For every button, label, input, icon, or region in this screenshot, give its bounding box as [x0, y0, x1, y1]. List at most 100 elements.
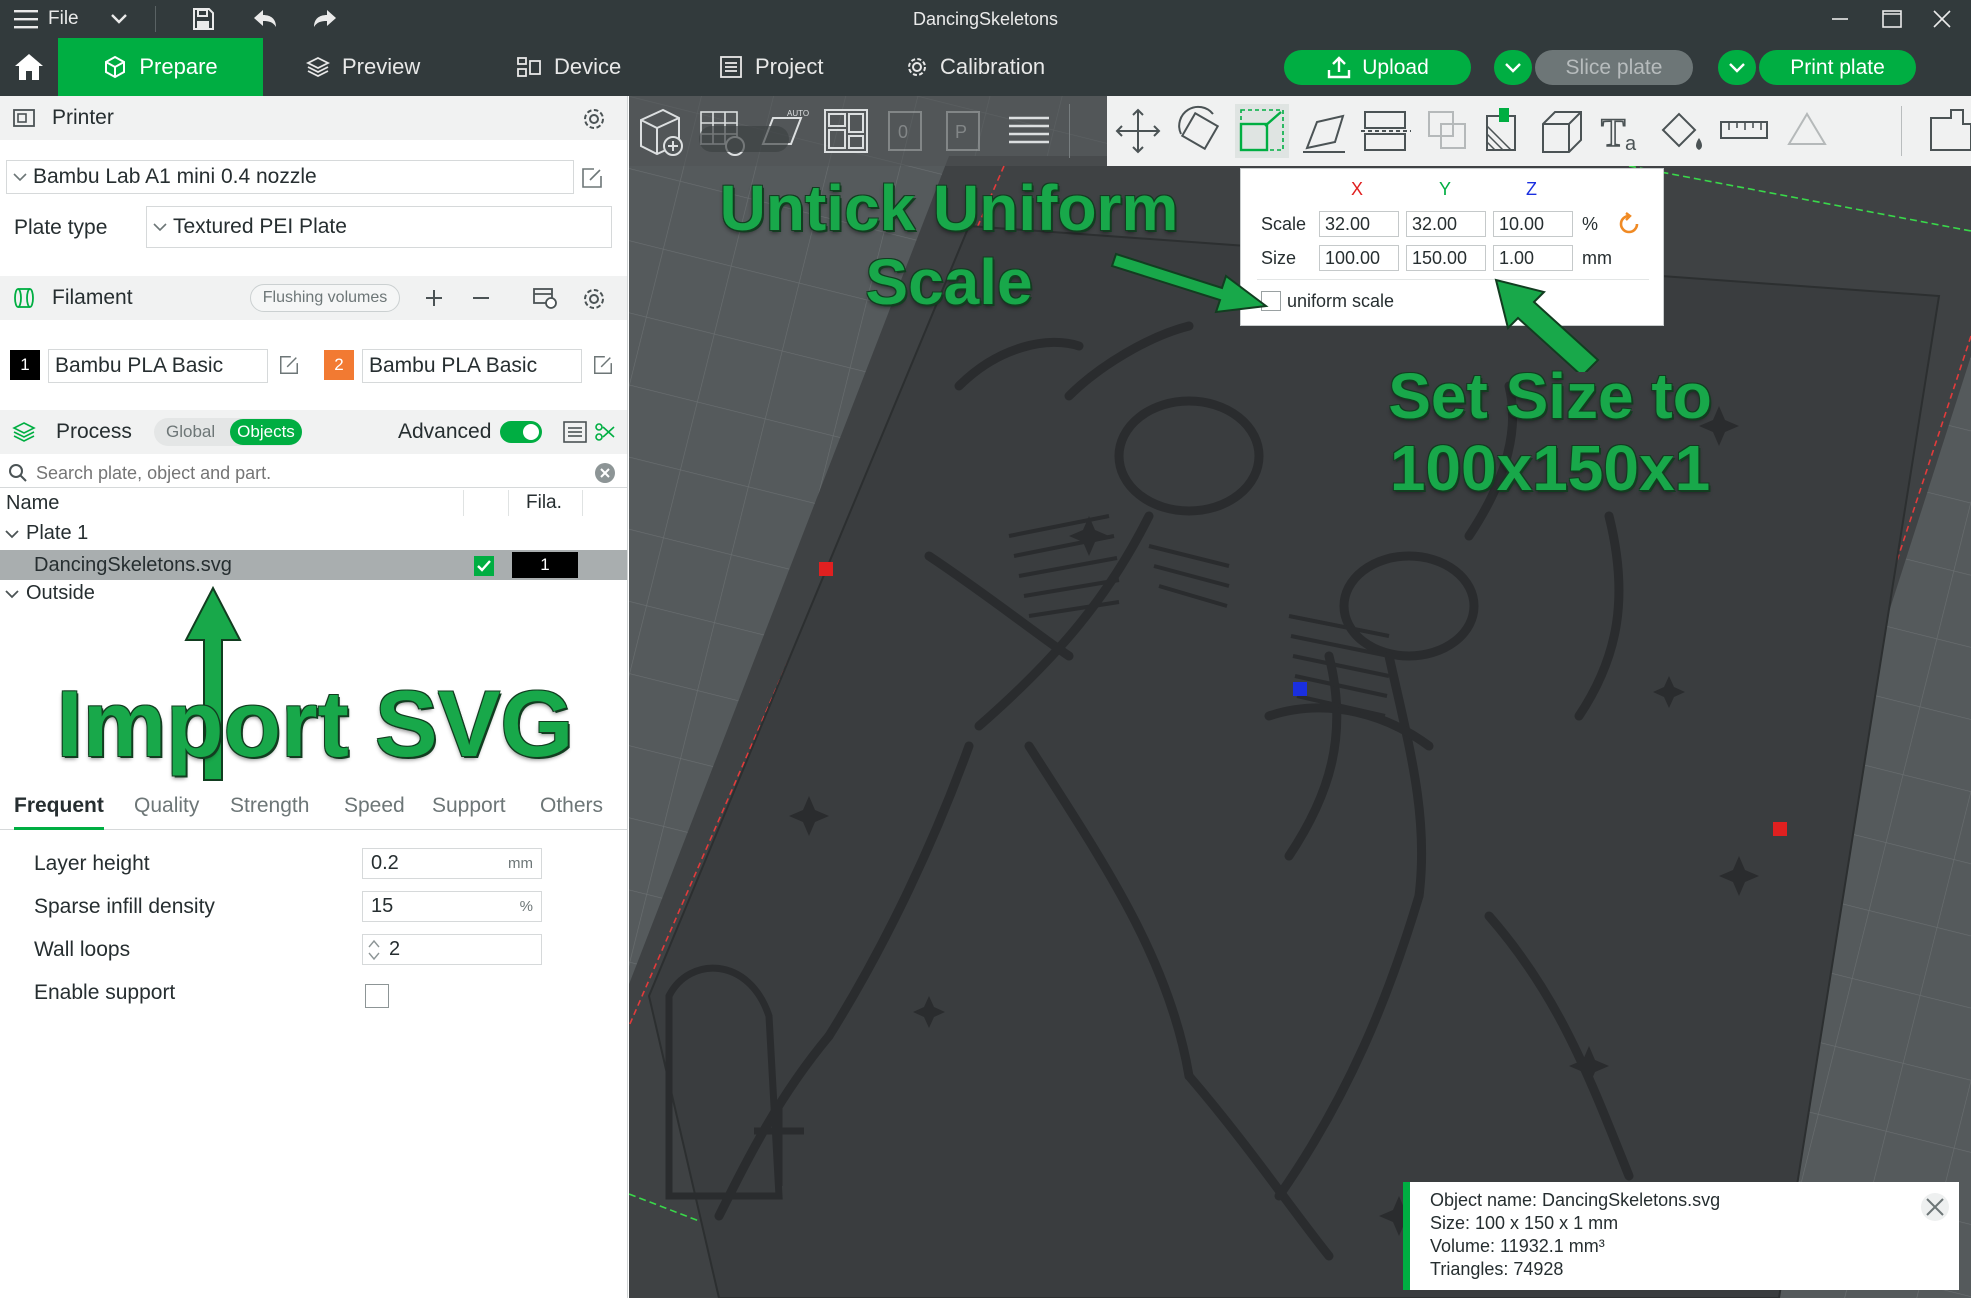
tab-others[interactable]: Others — [540, 794, 603, 830]
filament-2-color-badge[interactable]: 2 — [324, 350, 354, 380]
slice-plate-button[interactable]: Slice plate — [1535, 50, 1693, 85]
plate-type-select[interactable]: Textured PEI Plate — [146, 206, 612, 248]
size-unit: mm — [1582, 248, 1612, 268]
filament-1-color-badge[interactable]: 1 — [10, 350, 40, 380]
seam-paint-tool-icon[interactable] — [1535, 104, 1589, 158]
undo-button[interactable] — [248, 0, 282, 38]
size-z-value: 1.00 — [1499, 247, 1535, 268]
advanced-switch[interactable] — [500, 421, 542, 443]
tab-frequent[interactable]: Frequent — [14, 794, 104, 830]
enable-support-checkbox[interactable] — [365, 984, 389, 1008]
sparse-infill-input[interactable]: 15 % — [362, 891, 542, 922]
process-icon — [12, 422, 36, 442]
printer-settings-gear-icon[interactable] — [582, 107, 606, 131]
filament-2-select[interactable]: Bambu PLA Basic — [362, 349, 582, 383]
rotate-tool-icon[interactable] — [1173, 104, 1227, 158]
column-fila-header[interactable]: Fila. — [526, 492, 562, 514]
tab-quality[interactable]: Quality — [134, 794, 199, 830]
arrange-tool-icon[interactable] — [819, 104, 873, 158]
close-info-icon[interactable] — [1920, 1192, 1950, 1222]
upload-icon — [1328, 55, 1351, 78]
scale-x-input[interactable]: 32.00 — [1319, 211, 1399, 237]
add-object-tool-icon[interactable] — [633, 104, 687, 158]
scale-z-input[interactable]: 10.00 — [1493, 211, 1573, 237]
flushing-volumes-button[interactable]: Flushing volumes — [250, 284, 400, 312]
assembly-tool-icon — [1787, 112, 1827, 145]
wall-loops-label: Wall loops — [34, 938, 131, 961]
save-button[interactable] — [186, 0, 220, 38]
set-size-annotation-line1: Set Size to — [1388, 360, 1712, 432]
text-tool-icon[interactable]: Ta — [1595, 104, 1649, 158]
edit-filament-2-icon[interactable] — [592, 354, 614, 376]
reset-scale-icon[interactable] — [1617, 212, 1641, 236]
slice-dropdown-button[interactable] — [1494, 50, 1532, 85]
return-overlay — [699, 126, 789, 152]
add-filament-icon[interactable] — [424, 288, 444, 308]
tab-speed[interactable]: Speed — [344, 794, 405, 830]
edit-printer-icon[interactable] — [580, 166, 604, 190]
wall-loops-stepper[interactable]: 2 — [362, 934, 542, 965]
scale-y-input[interactable]: 32.00 — [1406, 211, 1486, 237]
info-volume: Volume: 11932.1 mm³ — [1430, 1236, 1605, 1256]
clear-search-icon[interactable] — [594, 462, 616, 484]
table-row[interactable]: DancingSkeletons.svg 1 — [0, 550, 627, 580]
redo-icon — [314, 10, 336, 27]
layer-height-input[interactable]: 0.2 mm — [362, 848, 542, 879]
measure-tool-icon[interactable] — [1717, 104, 1771, 158]
filament-1-select[interactable]: Bambu PLA Basic — [48, 349, 268, 383]
redo-button[interactable] — [308, 0, 342, 38]
filament-settings-gear-icon[interactable] — [582, 287, 606, 311]
minimize-button[interactable] — [1820, 0, 1860, 38]
layers-tool-icon[interactable] — [1003, 104, 1057, 158]
column-name-header[interactable]: Name — [6, 492, 59, 515]
print-plate-button[interactable]: Print plate — [1759, 50, 1916, 85]
object-check-icon[interactable] — [474, 556, 494, 576]
tab-prepare[interactable]: Prepare — [58, 38, 263, 96]
edit-filament-1-icon[interactable] — [278, 354, 300, 376]
printer-select[interactable]: Bambu Lab A1 mini 0.4 nozzle — [6, 160, 574, 194]
global-objects-toggle[interactable]: Global Objects — [154, 418, 302, 446]
tab-project[interactable]: Project — [705, 38, 837, 96]
split-parts-tool-icon[interactable] — [1921, 104, 1971, 158]
color-paint-tool-icon[interactable] — [1655, 104, 1709, 158]
tab-device[interactable]: Device — [502, 38, 635, 96]
place-on-face-tool-icon[interactable] — [1297, 104, 1351, 158]
object-name: DancingSkeletons.svg — [34, 554, 232, 576]
search-input[interactable] — [36, 461, 576, 485]
remove-filament-icon[interactable] — [471, 288, 491, 308]
size-y-input[interactable]: 150.00 — [1406, 245, 1486, 271]
tab-strength[interactable]: Strength — [230, 794, 309, 830]
compare-icon[interactable] — [594, 422, 616, 442]
support-paint-tool-icon[interactable] — [1475, 104, 1529, 158]
file-dropdown-button[interactable] — [104, 0, 134, 38]
process-section-title: Process — [56, 420, 132, 443]
move-tool-icon[interactable] — [1111, 104, 1165, 158]
sparse-infill-value: 15 — [371, 895, 394, 917]
stepper-arrows-icon[interactable] — [367, 937, 381, 963]
filament-sync-icon[interactable] — [532, 286, 558, 310]
objects-toggle-option[interactable]: Objects — [230, 419, 302, 445]
tab-support[interactable]: Support — [432, 794, 506, 830]
upload-button[interactable]: Upload — [1284, 50, 1471, 85]
scale-tool-button[interactable] — [1235, 104, 1289, 158]
plate-row[interactable]: Plate 1 — [0, 520, 627, 548]
tab-preview-label: Preview — [342, 54, 421, 79]
filament-1-index: 1 — [20, 355, 30, 374]
tab-calibration[interactable]: Calibration — [892, 38, 1059, 96]
object-search-box[interactable] — [0, 458, 627, 488]
filament-icon — [14, 288, 34, 308]
close-window-button[interactable] — [1922, 0, 1962, 38]
cut-tool-icon[interactable] — [1359, 104, 1413, 158]
size-x-input[interactable]: 100.00 — [1319, 245, 1399, 271]
size-z-input[interactable]: 1.00 — [1493, 245, 1573, 271]
object-filament-cell[interactable]: 1 — [512, 552, 578, 578]
parameter-list-icon[interactable] — [562, 420, 588, 444]
hamburger-menu-button[interactable]: File — [14, 0, 94, 38]
global-toggle-option[interactable]: Global — [166, 422, 215, 442]
print-dropdown-button[interactable] — [1718, 50, 1756, 85]
outside-row[interactable]: Outside — [0, 580, 627, 608]
home-button[interactable] — [0, 38, 58, 96]
file-menu-label: File — [48, 8, 79, 29]
tab-preview[interactable]: Preview — [292, 38, 434, 96]
maximize-button[interactable] — [1872, 0, 1912, 38]
